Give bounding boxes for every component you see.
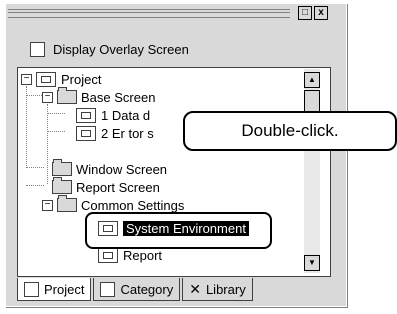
minimize-button[interactable]: □ [298,6,312,20]
display-overlay-label: Display Overlay Screen [53,41,189,57]
project-icon [24,281,39,297]
scroll-thumb[interactable] [304,90,320,112]
project-icon [36,71,56,87]
system-environment-highlight [85,212,272,249]
display-overlay-checkbox[interactable] [30,41,45,57]
tree-scrollbar[interactable]: ▲ ▼ [304,69,320,273]
tab-category[interactable]: Category [93,278,181,301]
folder-icon [52,177,72,194]
double-click-callout: Double-click. [183,111,397,151]
library-icon: ✕ [189,280,201,297]
display-overlay-option[interactable]: Display Overlay Screen [30,40,189,58]
scroll-down-button[interactable]: ▼ [304,255,320,271]
collapse-icon[interactable]: − [42,91,53,103]
tree-node-window-screen[interactable]: Window Screen [52,159,167,178]
collapse-icon[interactable]: − [21,73,32,85]
scroll-up-button[interactable]: ▲ [304,72,320,88]
tree-node-base-screen[interactable]: − Base Screen [42,87,155,106]
tree-node-project[interactable]: − Project [21,70,101,88]
tab-project[interactable]: Project [17,278,92,301]
category-icon [100,281,116,297]
panel-tabs: Project Category ✕ Library [17,278,255,302]
screen-icon [76,125,96,141]
tree-node-screen-2[interactable]: 2 Er tor s [76,124,154,142]
folder-icon [57,87,77,104]
close-button[interactable]: x [314,6,328,20]
tab-library[interactable]: ✕ Library [182,278,253,301]
titlebar-grip[interactable] [8,9,290,18]
folder-icon [52,159,72,176]
tree-node-report-screen[interactable]: Report Screen [52,177,160,196]
tree-node-screen-1[interactable]: 1 Data d [76,106,150,124]
report-icon [98,247,118,263]
screen-icon [76,107,96,123]
panel-titlebar: □ x [8,6,328,20]
folder-icon [57,195,77,212]
collapse-icon[interactable]: − [42,199,53,211]
